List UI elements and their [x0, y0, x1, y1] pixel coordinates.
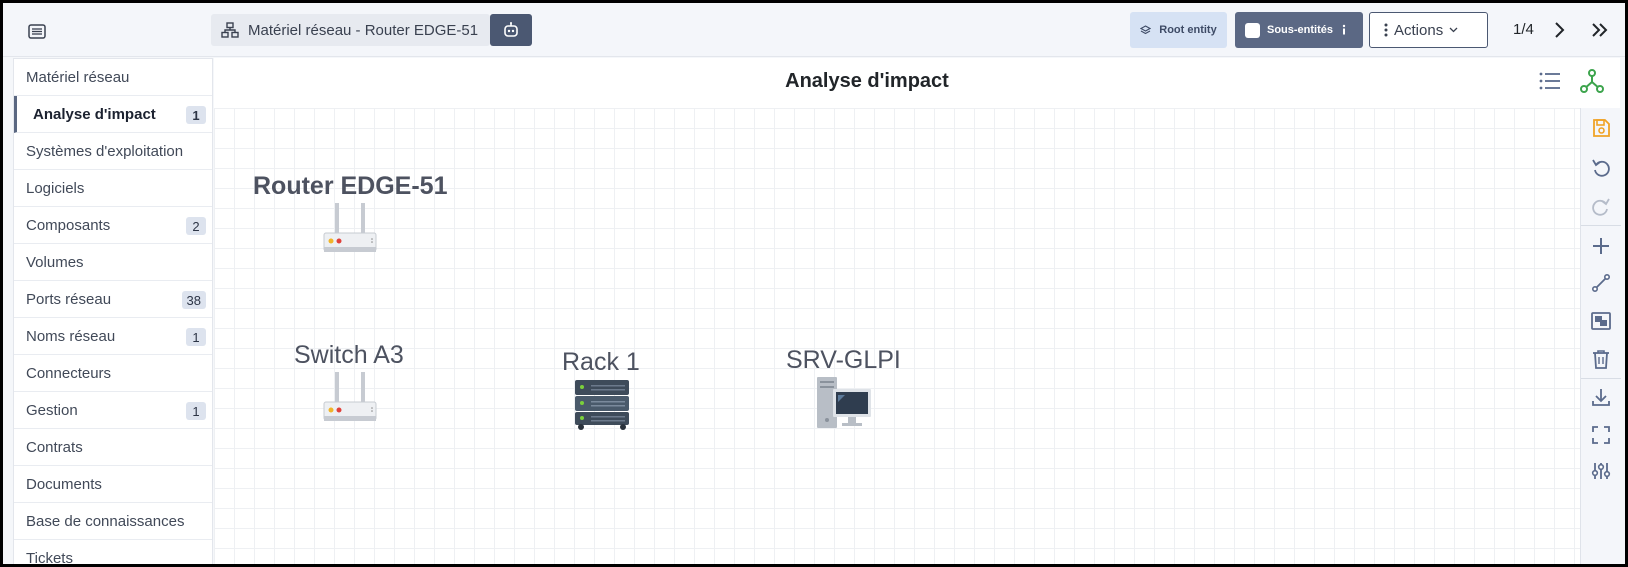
- toggle-menu-icon[interactable]: [25, 21, 49, 41]
- assistant-button[interactable]: [490, 14, 532, 46]
- layers-icon: [1140, 24, 1152, 34]
- sidebar-item-label: Volumes: [26, 253, 84, 271]
- sidebar-item-label: Composants: [26, 216, 111, 234]
- list-view-icon[interactable]: [1539, 71, 1561, 96]
- top-bar: Matériel réseau - Router EDGE-51 Root en…: [3, 3, 1625, 57]
- sidebar-item-logiciels[interactable]: Logiciels: [14, 170, 212, 207]
- sidebar-item-volumes[interactable]: Volumes: [14, 244, 212, 281]
- sidebar-item-documents[interactable]: Documents: [14, 466, 212, 503]
- sidebar-item-label: Tickets: [26, 549, 73, 567]
- sidebar-item-label: Ports réseau: [26, 290, 112, 308]
- breadcrumb-label: Matériel réseau - Router EDGE-51: [248, 21, 479, 39]
- actions-dropdown[interactable]: Actions: [1369, 12, 1488, 48]
- sidebar-item-label: Documents: [26, 475, 102, 493]
- chevron-down-icon: [1449, 27, 1458, 33]
- sidebar-item-label: Noms réseau: [26, 327, 116, 345]
- sidebar-item-contrats[interactable]: Contrats: [14, 429, 212, 466]
- count-badge: 1: [186, 106, 206, 124]
- sidebar-item-noms-reseau[interactable]: Noms réseau 1: [14, 318, 212, 355]
- sidebar-item-materiel-reseau[interactable]: Matériel réseau: [14, 59, 212, 96]
- sidebar-item-label: Gestion: [26, 401, 78, 419]
- download-icon[interactable]: [1590, 386, 1612, 408]
- router-icon[interactable]: [321, 369, 379, 430]
- add-compound-icon[interactable]: [1590, 310, 1612, 332]
- sidebar-item-label: Analyse d'impact: [33, 105, 156, 123]
- sidebar-item-systemes-exploitation[interactable]: Systèmes d'exploitation: [14, 133, 212, 170]
- node-label-srv[interactable]: SRV-GLPI: [786, 346, 901, 375]
- settings-sliders-icon[interactable]: [1590, 460, 1612, 482]
- redo-icon[interactable]: [1590, 195, 1612, 217]
- impact-graph-canvas[interactable]: Router EDGE-51 Switch A3 Rack 1 SRV-GLPI: [214, 108, 1580, 564]
- graph-view-icon[interactable]: [1579, 68, 1605, 99]
- sidebar: Matériel réseau Analyse d'impact 1 Systèm…: [13, 58, 213, 567]
- main-panel: Analyse d'impact Router EDGE-51 Switch A…: [214, 58, 1621, 564]
- add-edge-icon[interactable]: [1590, 272, 1612, 294]
- count-badge: 1: [186, 328, 206, 346]
- root-entity-label: Root entity: [1159, 24, 1217, 36]
- root-entity-button[interactable]: Root entity: [1130, 12, 1227, 48]
- last-item-icon[interactable]: [1589, 20, 1609, 40]
- breadcrumb[interactable]: Matériel réseau - Router EDGE-51: [211, 14, 491, 46]
- sous-entites-checkbox[interactable]: [1245, 22, 1260, 38]
- router-icon[interactable]: [321, 200, 379, 261]
- sous-entites-toggle[interactable]: Sous-entités: [1235, 12, 1363, 48]
- sidebar-item-gestion[interactable]: Gestion 1: [14, 392, 212, 429]
- pager-count: 1/4: [1513, 21, 1534, 38]
- sidebar-item-base-connaissances[interactable]: Base de connaissances: [14, 503, 212, 540]
- sous-entites-label: Sous-entités: [1267, 24, 1334, 36]
- count-badge: 1: [186, 402, 206, 420]
- sidebar-item-composants[interactable]: Composants 2: [14, 207, 212, 244]
- rack-icon[interactable]: [573, 379, 631, 436]
- node-label-rack[interactable]: Rack 1: [562, 348, 640, 377]
- page-title: Analyse d'impact: [785, 70, 949, 92]
- next-item-icon[interactable]: [1551, 20, 1567, 40]
- sidebar-item-label: Logiciels: [26, 179, 85, 197]
- sidebar-item-label: Matériel réseau: [26, 68, 130, 86]
- actions-label: Actions: [1394, 21, 1444, 39]
- save-icon[interactable]: [1590, 117, 1612, 139]
- count-badge: 38: [181, 291, 206, 309]
- app-frame: Matériel réseau - Router EDGE-51 Root en…: [0, 0, 1628, 567]
- sidebar-item-label: Systèmes d'exploitation: [26, 142, 184, 160]
- computer-icon[interactable]: [815, 376, 873, 435]
- count-badge: 2: [186, 217, 206, 235]
- sidebar-item-label: Contrats: [26, 438, 83, 456]
- network-icon: [221, 22, 239, 38]
- sidebar-item-connecteurs[interactable]: Connecteurs: [14, 355, 212, 392]
- sidebar-item-label: Base de connaissances: [26, 512, 185, 530]
- sidebar-item-ports-reseau[interactable]: Ports réseau 38: [14, 281, 212, 318]
- sidebar-item-label: Connecteurs: [26, 364, 112, 382]
- kebab-icon: [1384, 23, 1388, 37]
- info-icon: [1342, 24, 1346, 35]
- node-label-router[interactable]: Router EDGE-51: [253, 172, 447, 201]
- add-node-icon[interactable]: [1590, 235, 1612, 257]
- undo-icon[interactable]: [1590, 156, 1612, 178]
- node-label-switch[interactable]: Switch A3: [294, 341, 404, 370]
- fullscreen-icon[interactable]: [1590, 424, 1612, 446]
- graph-toolbar: [1580, 108, 1621, 564]
- sidebar-item-tickets[interactable]: Tickets: [14, 540, 212, 567]
- delete-icon[interactable]: [1590, 348, 1612, 370]
- toolbar-divider: [1581, 225, 1621, 226]
- sidebar-item-analyse-impact[interactable]: Analyse d'impact 1: [14, 96, 212, 133]
- robot-icon: [504, 22, 518, 37]
- toolbar-divider: [1581, 378, 1621, 379]
